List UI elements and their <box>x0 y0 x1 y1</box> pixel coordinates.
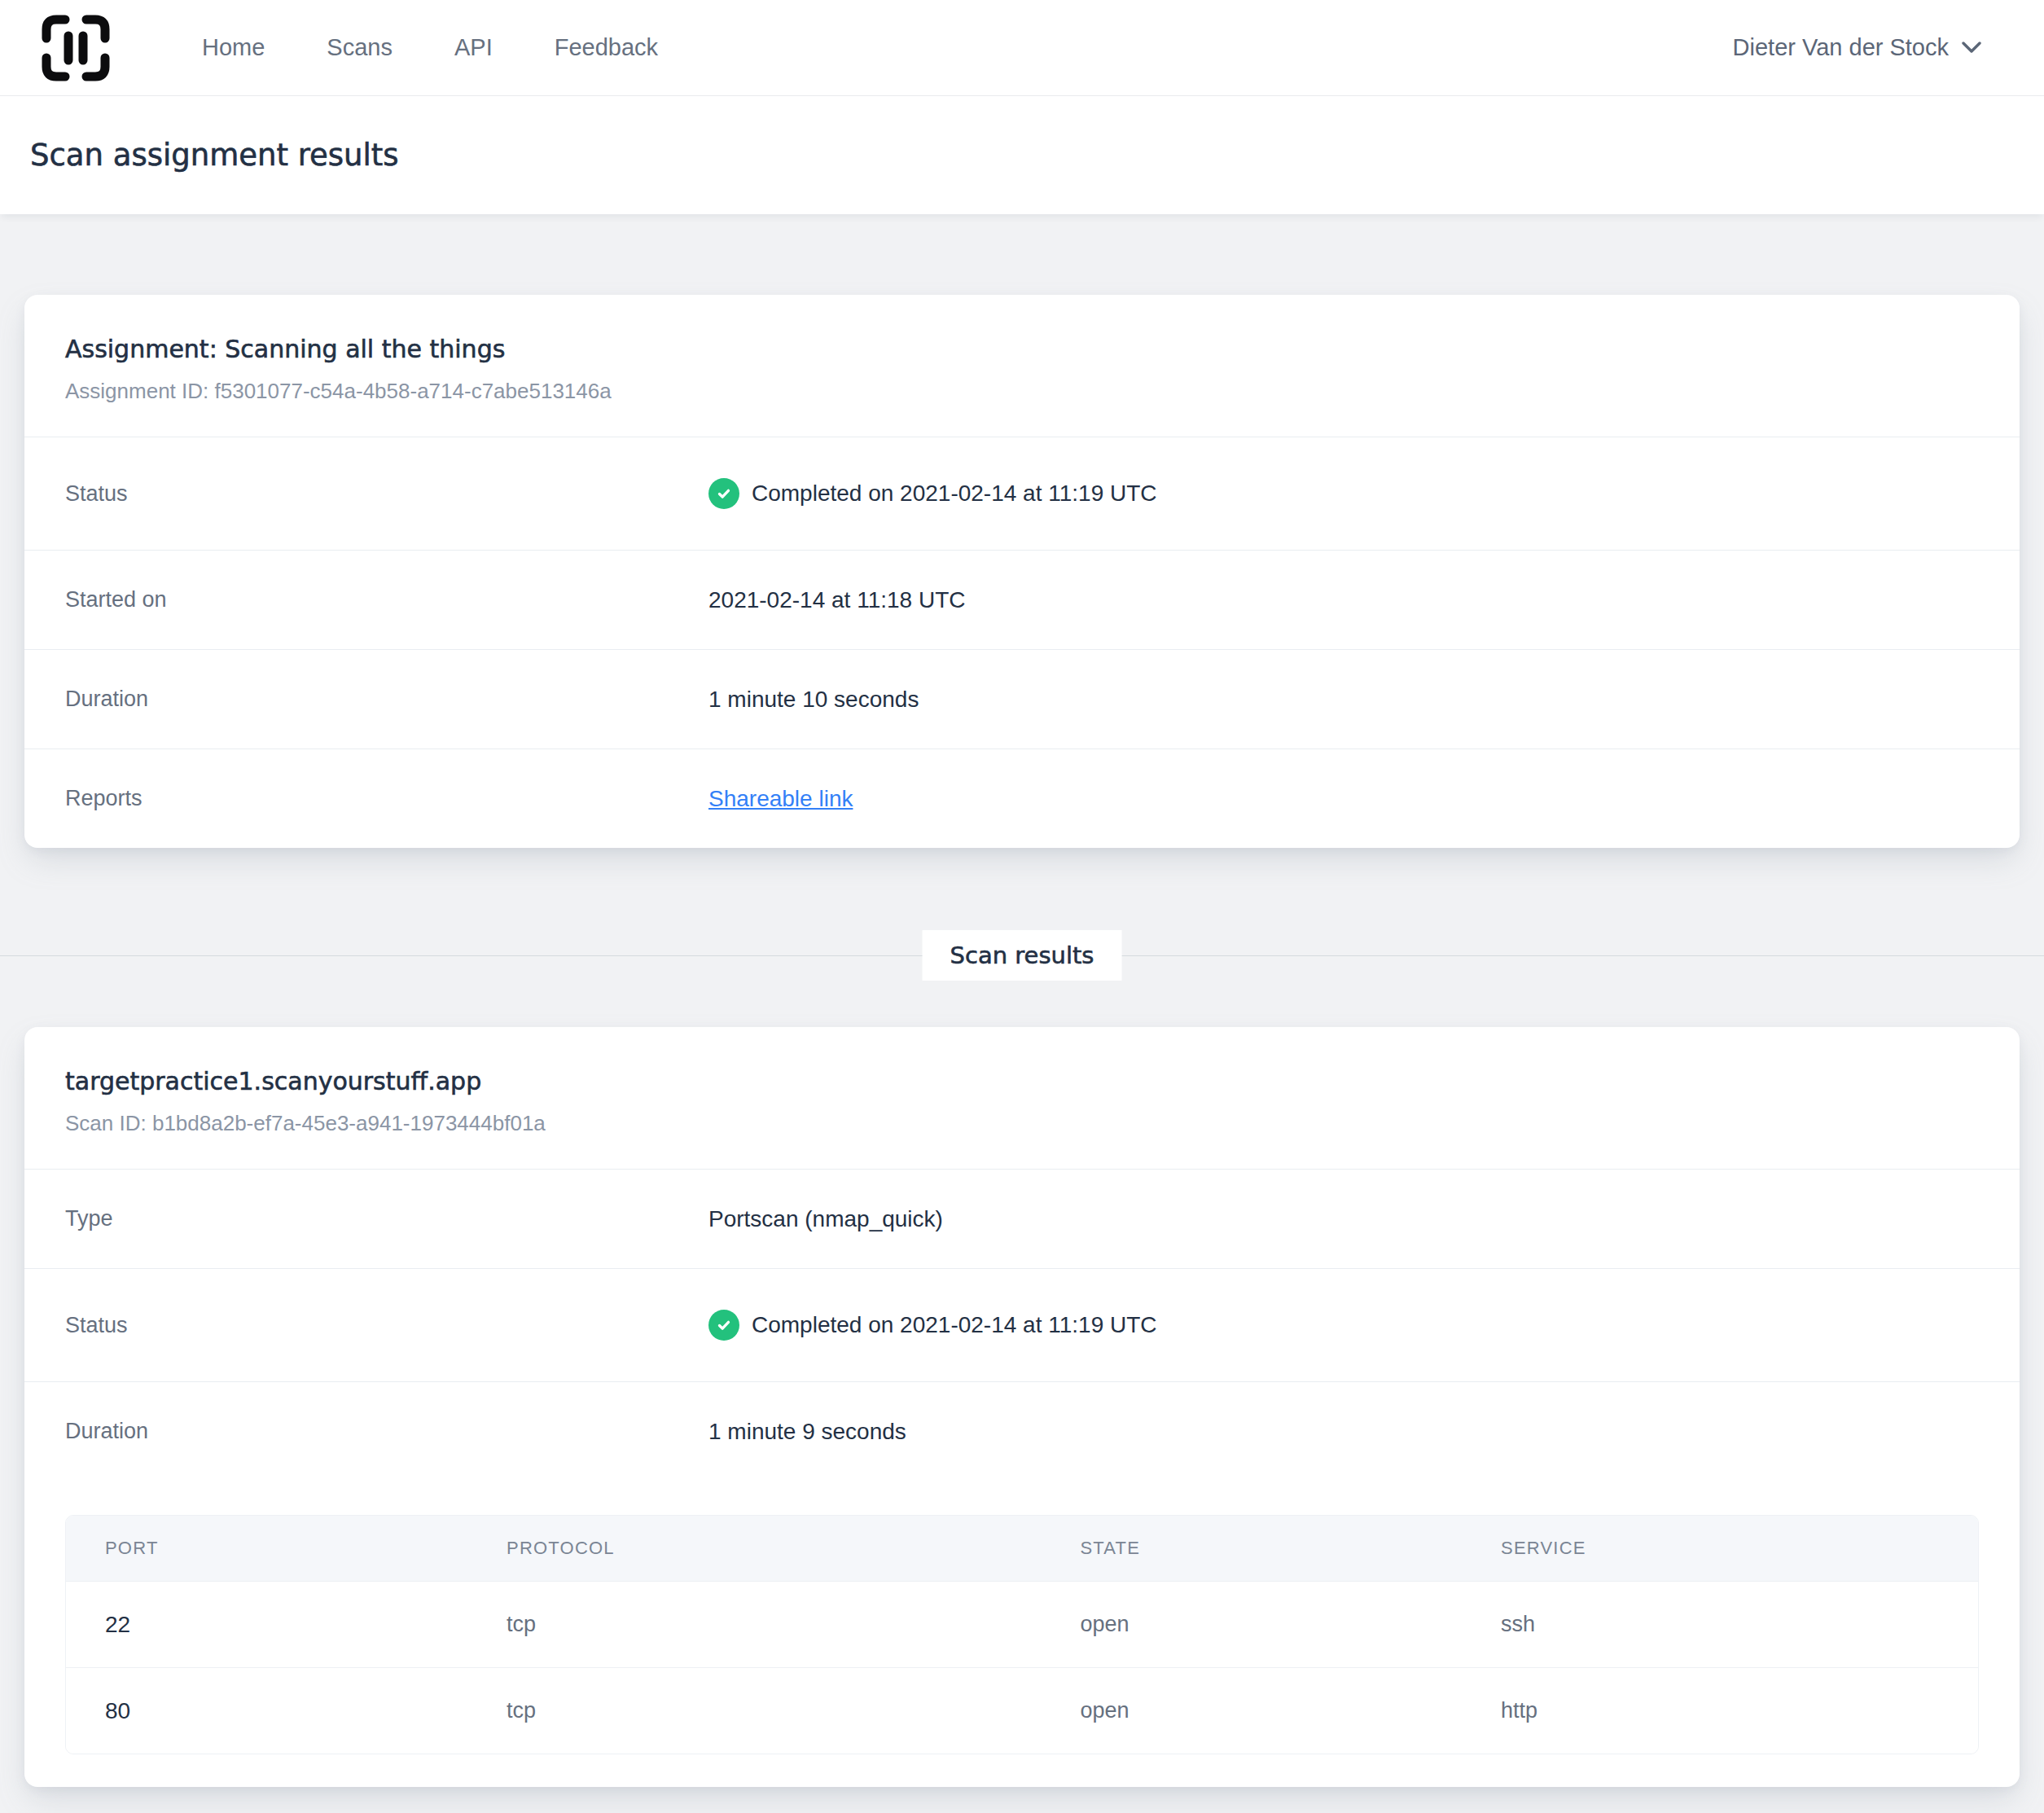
type-row: Type Portscan (nmap_quick) <box>24 1169 2020 1268</box>
col-port: PORT <box>66 1516 467 1582</box>
type-value: Portscan (nmap_quick) <box>708 1207 943 1231</box>
state-cell: open <box>1041 1668 1462 1754</box>
port-cell: 22 <box>66 1582 467 1668</box>
protocol-cell: tcp <box>467 1668 1041 1754</box>
page-title: Scan assignment results <box>30 138 399 173</box>
status-value: Completed on 2021-02-14 at 11:19 UTC <box>708 1310 1157 1341</box>
assignment-id: Assignment ID: f5301077-c54a-4b58-a714-c… <box>65 378 1979 404</box>
user-menu[interactable]: Dieter Van der Stock <box>1733 34 1981 61</box>
navbar: Home Scans API Feedback Dieter Van der S… <box>0 0 2044 96</box>
user-name: Dieter Van der Stock <box>1733 34 1949 61</box>
duration-row: Duration 1 minute 10 seconds <box>24 649 2020 748</box>
col-service: SERVICE <box>1462 1516 1978 1582</box>
row-label: Reports <box>65 787 708 810</box>
port-cell: 80 <box>66 1668 467 1754</box>
shareable-link[interactable]: Shareable link <box>708 787 853 810</box>
row-label: Status <box>65 1314 708 1337</box>
scan-id: Scan ID: b1bd8a2b-ef7a-45e3-a941-1973444… <box>65 1110 1979 1136</box>
scan-target-title: targetpractice1.scanyourstuff.app <box>65 1066 1979 1097</box>
duration-value: 1 minute 9 seconds <box>708 1420 906 1443</box>
page-header: Scan assignment results <box>0 96 2044 214</box>
check-icon <box>708 1310 739 1341</box>
service-cell: ssh <box>1462 1582 1978 1668</box>
row-label: Duration <box>65 687 708 711</box>
check-icon <box>708 478 739 509</box>
reports-value: Shareable link <box>708 787 853 810</box>
assignment-title: Assignment: Scanning all the things <box>65 334 1979 365</box>
scan-results-table: PORT PROTOCOL STATE SERVICE 22 tcp open … <box>66 1516 1978 1754</box>
nav-api[interactable]: API <box>423 34 524 61</box>
started-on-row: Started on 2021-02-14 at 11:18 UTC <box>24 550 2020 649</box>
state-cell: open <box>1041 1582 1462 1668</box>
row-label: Started on <box>65 588 708 612</box>
col-protocol: PROTOCOL <box>467 1516 1041 1582</box>
status-row: Status Completed on 2021-02-14 at 11:19 … <box>24 1268 2020 1381</box>
nav-scans[interactable]: Scans <box>296 34 423 61</box>
chevron-down-icon <box>1962 42 1981 54</box>
scan-results-label: Scan results <box>923 930 1122 981</box>
scan-results-table-wrap: PORT PROTOCOL STATE SERVICE 22 tcp open … <box>65 1515 1979 1754</box>
scan-results-divider: Scan results <box>0 930 2044 981</box>
duration-value: 1 minute 10 seconds <box>708 687 919 711</box>
assignment-card-header: Assignment: Scanning all the things Assi… <box>24 295 2020 437</box>
status-value: Completed on 2021-02-14 at 11:19 UTC <box>708 478 1157 509</box>
nav-feedback[interactable]: Feedback <box>524 34 689 61</box>
started-on-value: 2021-02-14 at 11:18 UTC <box>708 588 965 612</box>
col-state: STATE <box>1041 1516 1462 1582</box>
service-cell: http <box>1462 1668 1978 1754</box>
app-logo-icon[interactable] <box>39 12 112 84</box>
main-nav: Home Scans API Feedback <box>171 34 689 61</box>
status-text: Completed on 2021-02-14 at 11:19 UTC <box>752 478 1157 509</box>
status-row: Status Completed on 2021-02-14 at 11:19 … <box>24 437 2020 550</box>
status-text: Completed on 2021-02-14 at 11:19 UTC <box>752 1310 1157 1341</box>
row-label: Status <box>65 482 708 506</box>
reports-row: Reports Shareable link <box>24 748 2020 848</box>
scan-card: targetpractice1.scanyourstuff.app Scan I… <box>24 1027 2020 1787</box>
table-row: 80 tcp open http <box>66 1668 1978 1754</box>
row-label: Duration <box>65 1420 708 1443</box>
duration-row: Duration 1 minute 9 seconds <box>24 1381 2020 1481</box>
assignment-card: Assignment: Scanning all the things Assi… <box>24 295 2020 848</box>
table-row: 22 tcp open ssh <box>66 1582 1978 1668</box>
row-label: Type <box>65 1207 708 1231</box>
scan-card-header: targetpractice1.scanyourstuff.app Scan I… <box>24 1027 2020 1169</box>
table-header-row: PORT PROTOCOL STATE SERVICE <box>66 1516 1978 1582</box>
nav-home[interactable]: Home <box>171 34 296 61</box>
protocol-cell: tcp <box>467 1582 1041 1668</box>
